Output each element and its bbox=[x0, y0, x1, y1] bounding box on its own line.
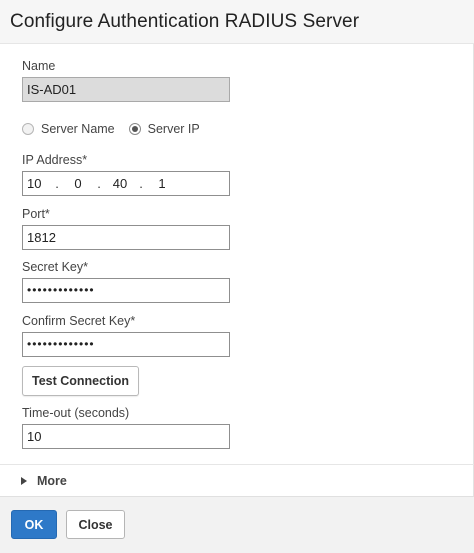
ip-octet-4[interactable]: 1 bbox=[147, 172, 177, 195]
server-name-radio[interactable] bbox=[22, 123, 34, 135]
confirm-secret-key-input[interactable]: ••••••••••••• bbox=[22, 332, 230, 357]
ip-octet-3[interactable]: 40 bbox=[105, 172, 135, 195]
ip-separator: . bbox=[97, 176, 101, 191]
confirm-secret-key-label: Confirm Secret Key* bbox=[22, 314, 136, 328]
timeout-label: Time-out (seconds) bbox=[22, 406, 130, 420]
ip-address-input[interactable]: 10 . 0 . 40 . 1 bbox=[22, 171, 230, 196]
dialog-title: Configure Authentication RADIUS Server bbox=[10, 11, 360, 32]
name-field: IS-AD01 bbox=[22, 77, 230, 102]
more-section-toggle[interactable]: More bbox=[0, 464, 474, 496]
more-label: More bbox=[37, 473, 67, 488]
port-label: Port* bbox=[22, 207, 50, 221]
test-connection-button[interactable]: Test Connection bbox=[22, 366, 139, 396]
ok-button[interactable]: OK bbox=[11, 510, 57, 539]
dialog-header: Configure Authentication RADIUS Server bbox=[0, 0, 474, 44]
ip-octet-2[interactable]: 0 bbox=[63, 172, 93, 195]
secret-key-input[interactable]: ••••••••••••• bbox=[22, 278, 230, 303]
close-button[interactable]: Close bbox=[66, 510, 125, 539]
server-ip-radio-label[interactable]: Server IP bbox=[148, 122, 200, 136]
server-ip-radio[interactable] bbox=[128, 123, 141, 135]
secret-key-label: Secret Key* bbox=[22, 260, 89, 274]
port-input[interactable]: 1812 bbox=[22, 225, 230, 250]
name-label: Name bbox=[22, 59, 56, 73]
ip-address-label: IP Address* bbox=[22, 153, 88, 167]
server-type-radio-group: Server Name Server IP bbox=[22, 121, 214, 137]
ip-octet-1[interactable]: 10 bbox=[27, 172, 51, 195]
dialog-footer: OK Close bbox=[0, 496, 474, 553]
ip-separator: . bbox=[139, 176, 143, 191]
ip-separator: . bbox=[55, 176, 59, 191]
timeout-input[interactable]: 10 bbox=[22, 424, 230, 449]
triangle-right-icon bbox=[21, 476, 27, 485]
server-name-radio-label[interactable]: Server Name bbox=[41, 122, 115, 136]
radius-server-dialog: Configure Authentication RADIUS Server N… bbox=[0, 0, 474, 553]
